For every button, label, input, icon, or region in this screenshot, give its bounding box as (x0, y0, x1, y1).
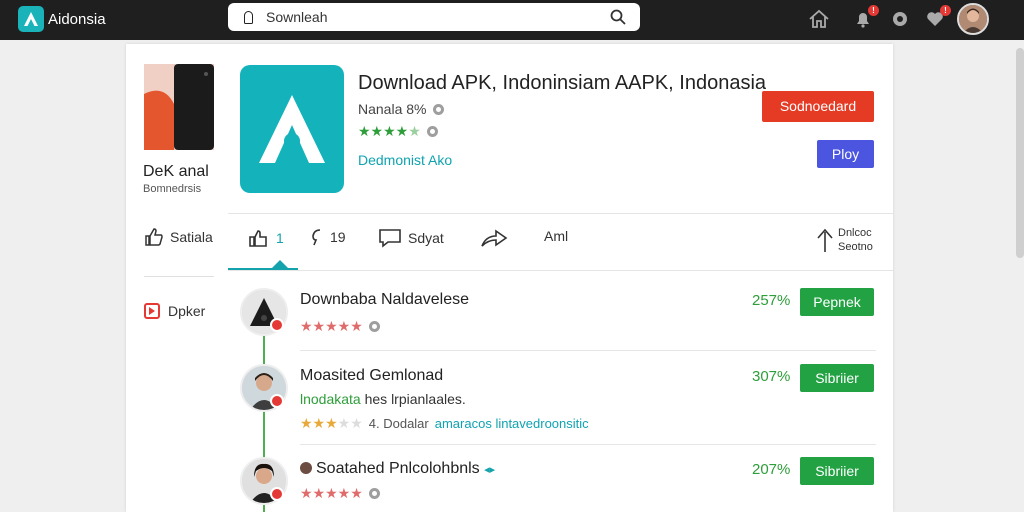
list-item-subtitle-highlight: lnodakata (300, 391, 361, 407)
tab-more[interactable]: Aml (544, 228, 568, 244)
like-icon (249, 230, 267, 247)
profile-photo[interactable] (144, 64, 214, 150)
tab-comments[interactable]: 19 (310, 228, 346, 246)
divider (300, 444, 876, 445)
info-icon[interactable] (368, 321, 380, 332)
app-detail-card: DeK anal Bomnedrsis Satiala Dpker Downlo… (126, 44, 893, 512)
home-icon[interactable] (806, 6, 832, 32)
app-title: Download APK, Indoninsiam AAPK, Indonasi… (358, 72, 767, 94)
share-button[interactable] (480, 228, 508, 248)
list-item-percent: 257% (752, 292, 791, 309)
list-item-meta: ★★★★★ 4. Dodalar amaracos lintavedroonsi… (300, 415, 589, 432)
list-item-title: Soatahed Pnlcolohbnls ◂▸ (300, 460, 495, 478)
list-item[interactable]: Moasited Gemlonad lnodakata hes lrpianla… (240, 364, 876, 434)
comments-count: 19 (330, 229, 346, 245)
user-icon (300, 462, 312, 474)
brand-logo-icon (18, 6, 44, 32)
settings-icon[interactable] (887, 6, 913, 32)
star-rating-icon: ★★★★★ (300, 318, 363, 334)
mouse-icon (244, 11, 253, 24)
star-rating-icon: ★★★★★ (300, 415, 363, 431)
list-item-button[interactable]: Sibriier (800, 364, 874, 392)
sidebar-link[interactable]: Dpker (144, 303, 205, 319)
divider (300, 350, 876, 351)
sidebar-link-label: Dpker (168, 303, 206, 319)
chat-label: Sdyat (408, 230, 444, 246)
arrow-icon: ◂▸ (484, 464, 496, 476)
likes-count: 1 (276, 230, 284, 246)
brand[interactable]: Aidonsia (18, 6, 106, 32)
tab-likes[interactable]: 1 (248, 228, 284, 248)
list-item-meta-prefix: 4. Dodalar (368, 416, 429, 431)
avatar[interactable] (957, 3, 989, 35)
developer-label: Nanala 8% (358, 101, 427, 117)
list-item-subtitle-rest: hes lrpianlaales. (360, 391, 466, 407)
tab-chat[interactable]: Sdyat (378, 228, 444, 248)
thumbs-up-icon (145, 228, 163, 246)
star-rating-icon: ★★★★★ (300, 485, 363, 501)
divider (144, 276, 214, 277)
scrollbar[interactable] (1016, 48, 1024, 258)
list-item-title: Moasited Gemlonad (300, 367, 444, 384)
notification-icon[interactable]: ! (850, 5, 879, 32)
alert-badge: ! (940, 5, 951, 16)
alert-icon[interactable]: ! (922, 5, 951, 32)
list-item-button[interactable]: Sibriier (800, 457, 874, 485)
list-item-percent: 207% (752, 461, 791, 478)
app-developer: Nanala 8% (358, 101, 444, 117)
chat-icon (379, 229, 401, 248)
profile-name: DeK anal (143, 163, 209, 180)
download-button[interactable]: Sodnoedard (762, 91, 874, 122)
active-tab-indicator (272, 260, 288, 268)
info-icon[interactable] (432, 103, 444, 115)
download-stat-line1: Dnlcoc (838, 227, 872, 239)
comment-icon (312, 229, 321, 246)
list-item-meta-link[interactable]: amaracos lintavedroonsitic (435, 416, 589, 431)
list-item-rating: ★★★★★ (300, 485, 380, 502)
profile-subtitle: Bomnedrsis (143, 183, 202, 195)
download-stat-line2: Seotno (838, 241, 873, 253)
like-button[interactable]: Satiala (144, 227, 213, 247)
list-item-title: Downbaba Naldavelese (300, 291, 469, 308)
badge-icon (270, 318, 284, 332)
top-bar: Aidonsia Sownleah ! ! (0, 0, 1024, 40)
app-rating: ★★★★★ (358, 123, 438, 140)
list-item-rating: ★★★★★ (300, 318, 380, 335)
list-item-button[interactable]: Pepnek (800, 288, 874, 316)
divider (228, 270, 893, 271)
download-stat[interactable]: Dnlcoc Seotno (816, 226, 873, 254)
info-icon[interactable] (368, 488, 380, 499)
badge-icon (270, 487, 284, 501)
list-item[interactable]: Downbaba Naldavelese ★★★★★ 257% Pepnek (240, 288, 876, 358)
star-rating-icon: ★★★★★ (358, 123, 421, 139)
list-item-title-text: Soatahed Pnlcolohbnls (316, 460, 480, 477)
action-bar: 1 19 Sdyat Aml (228, 214, 893, 270)
info-icon[interactable] (426, 126, 438, 137)
list-item-percent: 307% (752, 368, 791, 385)
search-icon[interactable] (610, 9, 626, 30)
play-store-icon (144, 303, 160, 319)
brand-name: Aidonsia (48, 10, 106, 28)
search-bar[interactable]: Sownleah (228, 3, 640, 31)
list-item-subtitle: lnodakata hes lrpianlaales. (300, 391, 466, 407)
notification-badge: ! (868, 5, 879, 16)
upload-icon (817, 228, 833, 252)
like-label: Satiala (170, 229, 213, 245)
list-item[interactable]: Soatahed Pnlcolohbnls ◂▸ ★★★★★ 207% Sibr… (240, 457, 876, 512)
badge-icon (270, 394, 284, 408)
more-label: Aml (544, 228, 569, 244)
play-button[interactable]: Ploy (817, 140, 874, 168)
share-icon (481, 229, 508, 247)
app-logo-icon (240, 65, 344, 193)
developer-link[interactable]: Dedmonist Ako (358, 152, 452, 168)
search-input[interactable]: Sownleah (266, 9, 328, 25)
